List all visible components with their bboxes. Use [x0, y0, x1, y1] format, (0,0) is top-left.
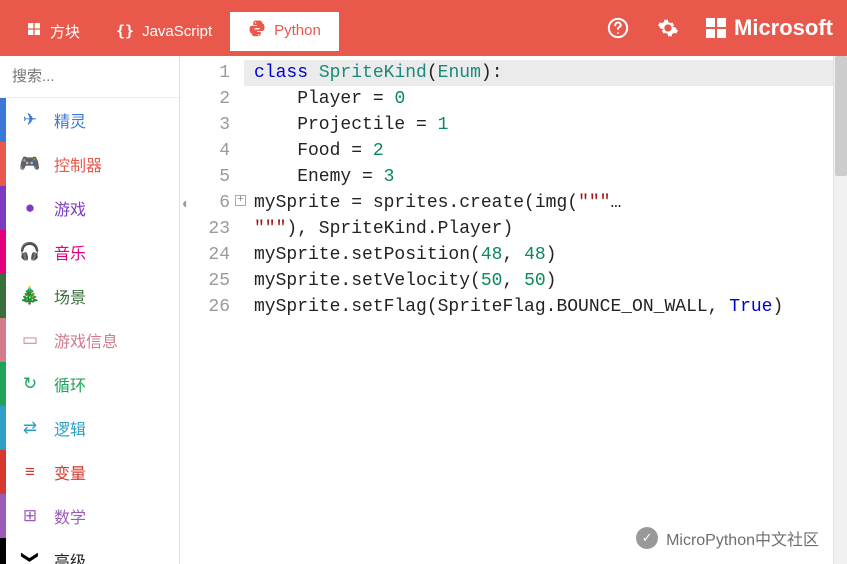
category-label: 精灵	[54, 108, 86, 132]
tab-js[interactable]: {}JavaScript	[98, 12, 230, 51]
gutter: 3	[180, 112, 244, 138]
watermark-text: MicroPython中文社区	[666, 526, 819, 550]
wechat-icon: ✓	[636, 527, 658, 549]
category-label: 高级	[54, 548, 86, 564]
category-label: 循环	[54, 372, 86, 396]
scrollbar-vertical[interactable]	[833, 56, 847, 564]
gutter: 1	[180, 60, 244, 86]
gutter: 5	[180, 164, 244, 190]
tab-blocks[interactable]: 方块	[8, 12, 98, 51]
blocks-icon	[26, 21, 42, 41]
category-info[interactable]: ▭ 游戏信息	[0, 318, 179, 362]
py-icon	[248, 19, 266, 41]
gutter: 6◐+	[180, 190, 244, 216]
code-line[interactable]: 3 Projectile = 1	[180, 112, 847, 138]
category-label: 游戏信息	[54, 328, 118, 352]
code-line[interactable]: 26mySprite.setFlag(SpriteFlag.BOUNCE_ON_…	[180, 294, 847, 320]
gutter: 23	[180, 216, 244, 242]
brand-text: Microsoft	[734, 15, 833, 41]
category-label: 逻辑	[54, 416, 86, 440]
scene-icon: 🎄	[20, 286, 40, 306]
gutter: 24	[180, 242, 244, 268]
code-line[interactable]: 1class SpriteKind(Enum):	[180, 60, 847, 86]
category-music[interactable]: 🎧 音乐	[0, 230, 179, 274]
palette-icon[interactable]: ◐	[182, 192, 190, 218]
category-label: 音乐	[54, 240, 86, 264]
category-label: 变量	[54, 460, 86, 484]
math-icon: ⊞	[20, 506, 40, 526]
js-icon: {}	[116, 22, 134, 40]
gutter: 4	[180, 138, 244, 164]
gear-icon[interactable]	[656, 16, 680, 40]
info-icon: ▭	[20, 330, 40, 350]
code-area[interactable]: 1class SpriteKind(Enum):2 Player = 03 Pr…	[180, 56, 847, 320]
code-line[interactable]: 2 Player = 0	[180, 86, 847, 112]
controller-icon: 🎮	[20, 154, 40, 174]
code-source[interactable]: mySprite.setVelocity(50, 50)	[244, 268, 847, 294]
category-list: ✈ 精灵 🎮 控制器 ● 游戏 🎧 音乐 🎄 场景 ▭ 游戏信息 ↻ 循环 ⇄ 逻辑 ≡ 变量 ⊞ 数学 ❯ 高级	[0, 98, 179, 564]
category-loops[interactable]: ↻ 循环	[0, 362, 179, 406]
category-label: 游戏	[54, 196, 86, 220]
code-source[interactable]: class SpriteKind(Enum):	[244, 60, 847, 86]
category-label: 控制器	[54, 152, 102, 176]
code-line[interactable]: 25mySprite.setVelocity(50, 50)	[180, 268, 847, 294]
game-icon: ●	[20, 198, 40, 218]
code-source[interactable]: mySprite = sprites.create(img("""…	[244, 190, 847, 216]
main-area: ✈ 精灵 🎮 控制器 ● 游戏 🎧 音乐 🎄 场景 ▭ 游戏信息 ↻ 循环 ⇄ 逻辑 ≡ 变量 ⊞ 数学 ❯ 高级 1cl…	[0, 56, 847, 564]
help-icon[interactable]	[606, 16, 630, 40]
header-bar: 方块{}JavaScriptPython Microsoft	[0, 0, 847, 56]
code-source[interactable]: mySprite.setFlag(SpriteFlag.BOUNCE_ON_WA…	[244, 294, 847, 320]
microsoft-logo: Microsoft	[706, 15, 833, 41]
category-advanced[interactable]: ❯ 高级	[0, 538, 179, 564]
code-source[interactable]: Projectile = 1	[244, 112, 847, 138]
gutter: 26	[180, 294, 244, 320]
category-controller[interactable]: 🎮 控制器	[0, 142, 179, 186]
logic-icon: ⇄	[20, 418, 40, 438]
category-scene[interactable]: 🎄 场景	[0, 274, 179, 318]
category-sprite[interactable]: ✈ 精灵	[0, 98, 179, 142]
code-editor[interactable]: 1class SpriteKind(Enum):2 Player = 03 Pr…	[180, 56, 847, 564]
tab-py[interactable]: Python	[230, 8, 339, 51]
search-box[interactable]	[0, 56, 179, 98]
advanced-icon: ❯	[20, 550, 40, 564]
fold-icon[interactable]: +	[235, 195, 246, 206]
gutter: 2	[180, 86, 244, 112]
watermark: ✓ MicroPython中文社区	[636, 526, 819, 550]
music-icon: 🎧	[20, 242, 40, 262]
code-line[interactable]: 24mySprite.setPosition(48, 48)	[180, 242, 847, 268]
code-line[interactable]: 6◐+mySprite = sprites.create(img("""…	[180, 190, 847, 216]
code-source[interactable]: Food = 2	[244, 138, 847, 164]
code-source[interactable]: Player = 0	[244, 86, 847, 112]
code-line[interactable]: 4 Food = 2	[180, 138, 847, 164]
search-input[interactable]	[12, 68, 180, 85]
code-source[interactable]: Enemy = 3	[244, 164, 847, 190]
category-variables[interactable]: ≡ 变量	[0, 450, 179, 494]
category-label: 数学	[54, 504, 86, 528]
loops-icon: ↻	[20, 374, 40, 394]
variables-icon: ≡	[20, 462, 40, 482]
category-game[interactable]: ● 游戏	[0, 186, 179, 230]
scrollbar-thumb[interactable]	[835, 56, 847, 176]
category-logic[interactable]: ⇄ 逻辑	[0, 406, 179, 450]
header-right: Microsoft	[606, 15, 833, 41]
editor-tabs: 方块{}JavaScriptPython	[8, 6, 339, 51]
code-line[interactable]: 23"""), SpriteKind.Player)	[180, 216, 847, 242]
code-source[interactable]: """), SpriteKind.Player)	[244, 216, 847, 242]
category-label: 场景	[54, 284, 86, 308]
category-math[interactable]: ⊞ 数学	[0, 494, 179, 538]
gutter: 25	[180, 268, 244, 294]
code-line[interactable]: 5 Enemy = 3	[180, 164, 847, 190]
code-source[interactable]: mySprite.setPosition(48, 48)	[244, 242, 847, 268]
sidebar: ✈ 精灵 🎮 控制器 ● 游戏 🎧 音乐 🎄 场景 ▭ 游戏信息 ↻ 循环 ⇄ 逻辑 ≡ 变量 ⊞ 数学 ❯ 高级	[0, 56, 180, 564]
sprite-icon: ✈	[20, 110, 40, 130]
